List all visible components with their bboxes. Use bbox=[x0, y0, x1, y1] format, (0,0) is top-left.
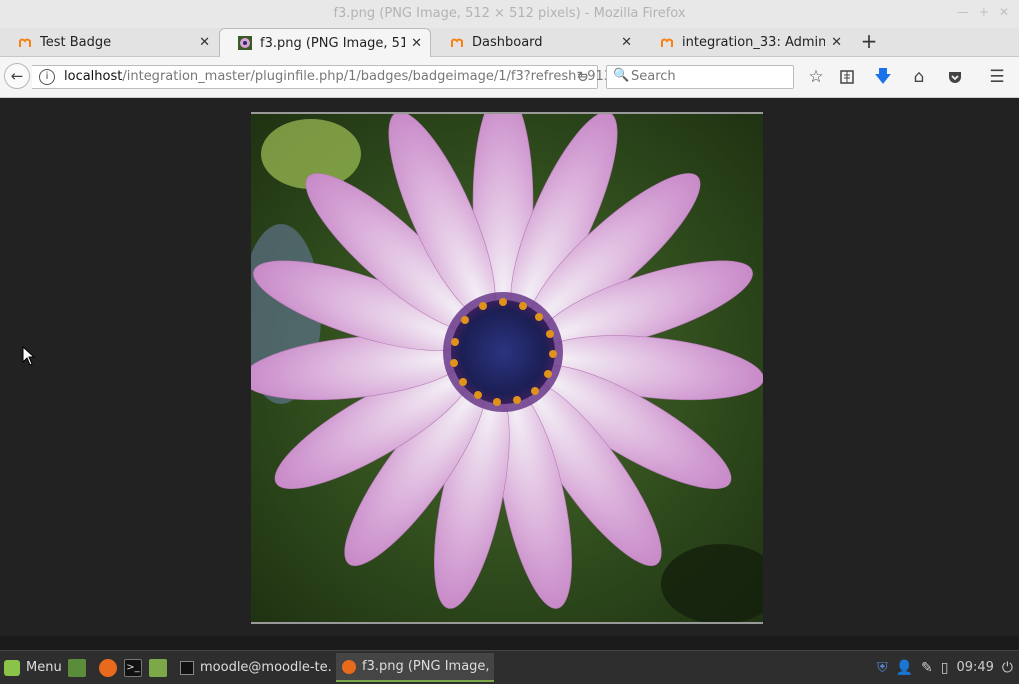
minimize-icon[interactable]: — bbox=[957, 5, 969, 19]
taskbar-item-firefox[interactable]: f3.png (PNG Image, ... bbox=[336, 653, 494, 682]
tab-strip: Test Badge ✕ f3.png (PNG Image, 512 × 5 … bbox=[0, 28, 1019, 57]
files-folder-icon[interactable] bbox=[149, 659, 167, 677]
close-icon[interactable]: ✕ bbox=[831, 35, 842, 50]
firefox-icon[interactable] bbox=[99, 659, 117, 677]
hamburger-menu-icon[interactable]: ☰ bbox=[985, 65, 1009, 89]
window-title: f3.png (PNG Image, 512 × 512 pixels) - M… bbox=[333, 6, 686, 21]
start-menu-button[interactable]: Menu bbox=[0, 651, 62, 684]
url-host: localhost bbox=[64, 69, 123, 84]
window-controls: — + ✕ bbox=[957, 5, 1009, 19]
search-input[interactable]: 🔍 Search bbox=[606, 65, 794, 89]
close-icon[interactable]: ✕ bbox=[199, 35, 210, 50]
show-desktop-icon[interactable] bbox=[68, 659, 86, 677]
battery-icon[interactable]: ▯ bbox=[941, 660, 949, 676]
search-icon: 🔍 bbox=[613, 68, 630, 83]
image-viewer bbox=[0, 98, 1019, 636]
download-icon[interactable]: 🡇 bbox=[871, 65, 895, 89]
reload-icon[interactable]: ↻ bbox=[576, 68, 589, 86]
shield-icon[interactable]: ⛨ bbox=[877, 660, 888, 676]
tab-label: Dashboard bbox=[472, 34, 543, 50]
moodle-icon bbox=[451, 38, 463, 47]
navigation-toolbar: ← i localhost/integration_master/pluginf… bbox=[0, 57, 1019, 98]
reading-list-icon[interactable] bbox=[835, 65, 859, 89]
system-taskbar: Menu >_ moodle@moodle-te... f3.png (PNG … bbox=[0, 650, 1019, 684]
window-titlebar: f3.png (PNG Image, 512 × 512 pixels) - M… bbox=[0, 0, 1019, 28]
pocket-icon[interactable] bbox=[943, 65, 967, 89]
close-icon[interactable]: ✕ bbox=[411, 36, 422, 51]
image-thumbnail-icon bbox=[238, 36, 252, 50]
power-icon[interactable]: ⏻ bbox=[1002, 660, 1013, 676]
task-label: moodle@moodle-te... bbox=[200, 660, 332, 675]
task-label: f3.png (PNG Image, ... bbox=[362, 659, 494, 674]
terminal-icon bbox=[180, 660, 194, 675]
system-tray: ⛨ 👤 ✎ ▯ 09:49 ⏻ bbox=[877, 651, 1013, 684]
url-bar[interactable]: i localhost/integration_master/pluginfil… bbox=[32, 65, 620, 89]
moodle-icon bbox=[19, 38, 31, 47]
home-icon[interactable]: ⌂ bbox=[907, 65, 931, 89]
close-icon[interactable]: ✕ bbox=[621, 35, 632, 50]
menu-label: Menu bbox=[26, 660, 62, 675]
url-path: /integration_master/pluginfile.php/1/bad… bbox=[122, 69, 621, 84]
tab-test-badge[interactable]: Test Badge ✕ bbox=[0, 28, 218, 56]
desktop-gap bbox=[0, 636, 1019, 650]
taskbar-item-terminal[interactable]: moodle@moodle-te... bbox=[174, 653, 332, 682]
mouse-pointer-icon bbox=[22, 346, 36, 366]
arrow-left-icon: ← bbox=[10, 67, 24, 85]
firefox-icon bbox=[342, 659, 356, 674]
info-icon[interactable]: i bbox=[39, 69, 55, 85]
bookmark-star-icon[interactable]: ☆ bbox=[804, 65, 828, 89]
tab-f3-png[interactable]: f3.png (PNG Image, 512 × 5 ✕ bbox=[219, 28, 431, 57]
tab-label: f3.png (PNG Image, 512 × 5 bbox=[260, 35, 405, 51]
displayed-image bbox=[251, 112, 763, 624]
clock[interactable]: 09:49 bbox=[956, 660, 993, 675]
moodle-icon bbox=[661, 38, 673, 47]
linux-mint-icon bbox=[4, 659, 20, 676]
pen-icon[interactable]: ✎ bbox=[921, 660, 933, 676]
terminal-icon[interactable]: >_ bbox=[124, 659, 142, 677]
new-tab-button[interactable]: + bbox=[858, 28, 880, 56]
user-icon[interactable]: 👤 bbox=[896, 660, 913, 676]
url-text[interactable]: localhost/integration_master/pluginfile.… bbox=[64, 69, 620, 84]
daisy-flower-image bbox=[251, 114, 763, 622]
back-button[interactable]: ← bbox=[4, 63, 30, 89]
close-window-icon[interactable]: ✕ bbox=[999, 5, 1009, 19]
tab-label: Test Badge bbox=[40, 34, 112, 50]
tab-administration[interactable]: integration_33: Administrati ✕ bbox=[642, 28, 850, 56]
tab-dashboard[interactable]: Dashboard ✕ bbox=[432, 28, 640, 56]
search-placeholder: Search bbox=[631, 69, 676, 84]
maximize-icon[interactable]: + bbox=[979, 5, 989, 19]
tab-label: integration_33: Administrati bbox=[682, 34, 826, 50]
